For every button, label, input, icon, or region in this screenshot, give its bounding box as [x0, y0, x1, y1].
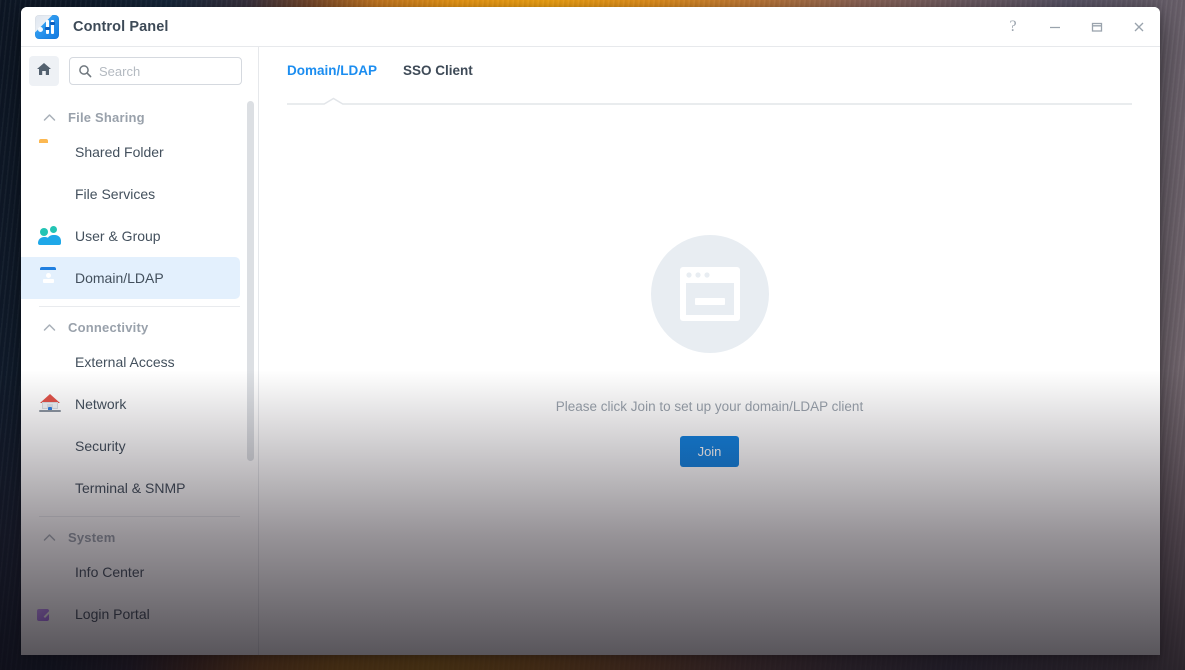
tab-underline — [287, 97, 1132, 105]
sidebar-item-file-services[interactable]: File Services — [21, 173, 240, 215]
terminal-icon: > — [39, 477, 61, 499]
join-button[interactable]: Join — [679, 436, 740, 467]
search-input[interactable] — [99, 63, 241, 79]
window-placeholder-icon — [650, 235, 769, 353]
sidebar-item-label: File Services — [75, 186, 156, 202]
sidebar-item-label: Security — [75, 438, 126, 454]
sidebar-item-shared-folder[interactable]: Shared Folder — [21, 131, 240, 173]
section-label: File Sharing — [68, 109, 145, 125]
sidebar-item-external-access[interactable]: External Access — [21, 341, 240, 383]
sidebar-item-label: Login Portal — [75, 606, 150, 622]
sidebar-toolbar — [21, 47, 258, 95]
info-center-icon — [39, 561, 61, 583]
sidebar-item-label: Terminal & SNMP — [75, 480, 186, 496]
sidebar-item-login-portal[interactable]: Login Portal — [21, 593, 240, 635]
window-title: Control Panel — [73, 18, 169, 35]
search-icon — [78, 64, 92, 78]
empty-state-message: Please click Join to set up your domain/… — [555, 399, 864, 414]
sidebar: File Sharing Shared Folder File Services — [21, 47, 259, 655]
external-access-icon — [39, 351, 61, 373]
login-portal-icon — [39, 603, 61, 625]
maximize-button[interactable] — [1076, 7, 1118, 47]
sidebar-item-label: User & Group — [75, 228, 161, 244]
search-box[interactable] — [69, 57, 242, 85]
network-icon — [39, 393, 61, 415]
sidebar-nav: File Sharing Shared Folder File Services — [21, 95, 258, 655]
chevron-up-icon — [43, 533, 56, 542]
sidebar-item-terminal-snmp[interactable]: > Terminal & SNMP — [21, 467, 240, 509]
sidebar-item-label: Info Center — [75, 564, 145, 580]
window-controls: ? — [992, 7, 1160, 47]
section-label: System — [68, 529, 116, 545]
minimize-button[interactable] — [1034, 7, 1076, 47]
sidebar-divider — [39, 306, 240, 307]
update-restore-icon — [39, 645, 61, 655]
help-button[interactable]: ? — [992, 7, 1034, 47]
sidebar-item-security[interactable]: Security — [21, 425, 240, 467]
control-panel-window: Control Panel ? Search File Sharing Shar… — [21, 7, 1160, 655]
security-shield-icon — [39, 435, 61, 457]
content-area: Domain/LDAP SSO Client Please click Join… — [259, 47, 1160, 655]
window-titlebar: Control Panel ? — [21, 7, 1160, 47]
sidebar-item-partial[interactable] — [21, 635, 240, 655]
sidebar-item-label: Shared Folder — [75, 144, 164, 160]
sidebar-section-system[interactable]: System — [21, 523, 258, 551]
sidebar-section-file-sharing[interactable]: File Sharing — [21, 103, 258, 131]
sidebar-item-info-center[interactable]: Info Center — [21, 551, 240, 593]
chevron-up-icon — [43, 323, 56, 332]
sidebar-item-domain-ldap[interactable]: Domain/LDAP — [21, 257, 240, 299]
close-button[interactable] — [1118, 7, 1160, 47]
tab-domain-ldap[interactable]: Domain/LDAP — [287, 63, 377, 79]
home-icon — [36, 61, 52, 82]
sidebar-item-label: Network — [75, 396, 127, 412]
chevron-up-icon — [43, 113, 56, 122]
sidebar-divider — [39, 516, 240, 517]
sidebar-scrollbar[interactable] — [247, 101, 254, 461]
sidebar-item-network[interactable]: Network — [21, 383, 240, 425]
empty-state: Please click Join to set up your domain/… — [259, 89, 1160, 655]
tab-bar: Domain/LDAP SSO Client — [259, 47, 1160, 89]
file-services-icon — [39, 183, 61, 205]
domain-ldap-icon — [39, 267, 61, 289]
user-group-icon — [38, 225, 61, 247]
sidebar-item-user-group[interactable]: User & Group — [21, 215, 240, 257]
home-button[interactable] — [29, 56, 59, 86]
sidebar-section-connectivity[interactable]: Connectivity — [21, 313, 258, 341]
control-panel-icon — [35, 14, 59, 39]
shared-folder-icon — [39, 141, 61, 163]
sidebar-item-label: Domain/LDAP — [75, 270, 164, 286]
tab-sso-client[interactable]: SSO Client — [403, 63, 473, 79]
sidebar-item-label: External Access — [75, 354, 175, 370]
section-label: Connectivity — [68, 319, 149, 335]
